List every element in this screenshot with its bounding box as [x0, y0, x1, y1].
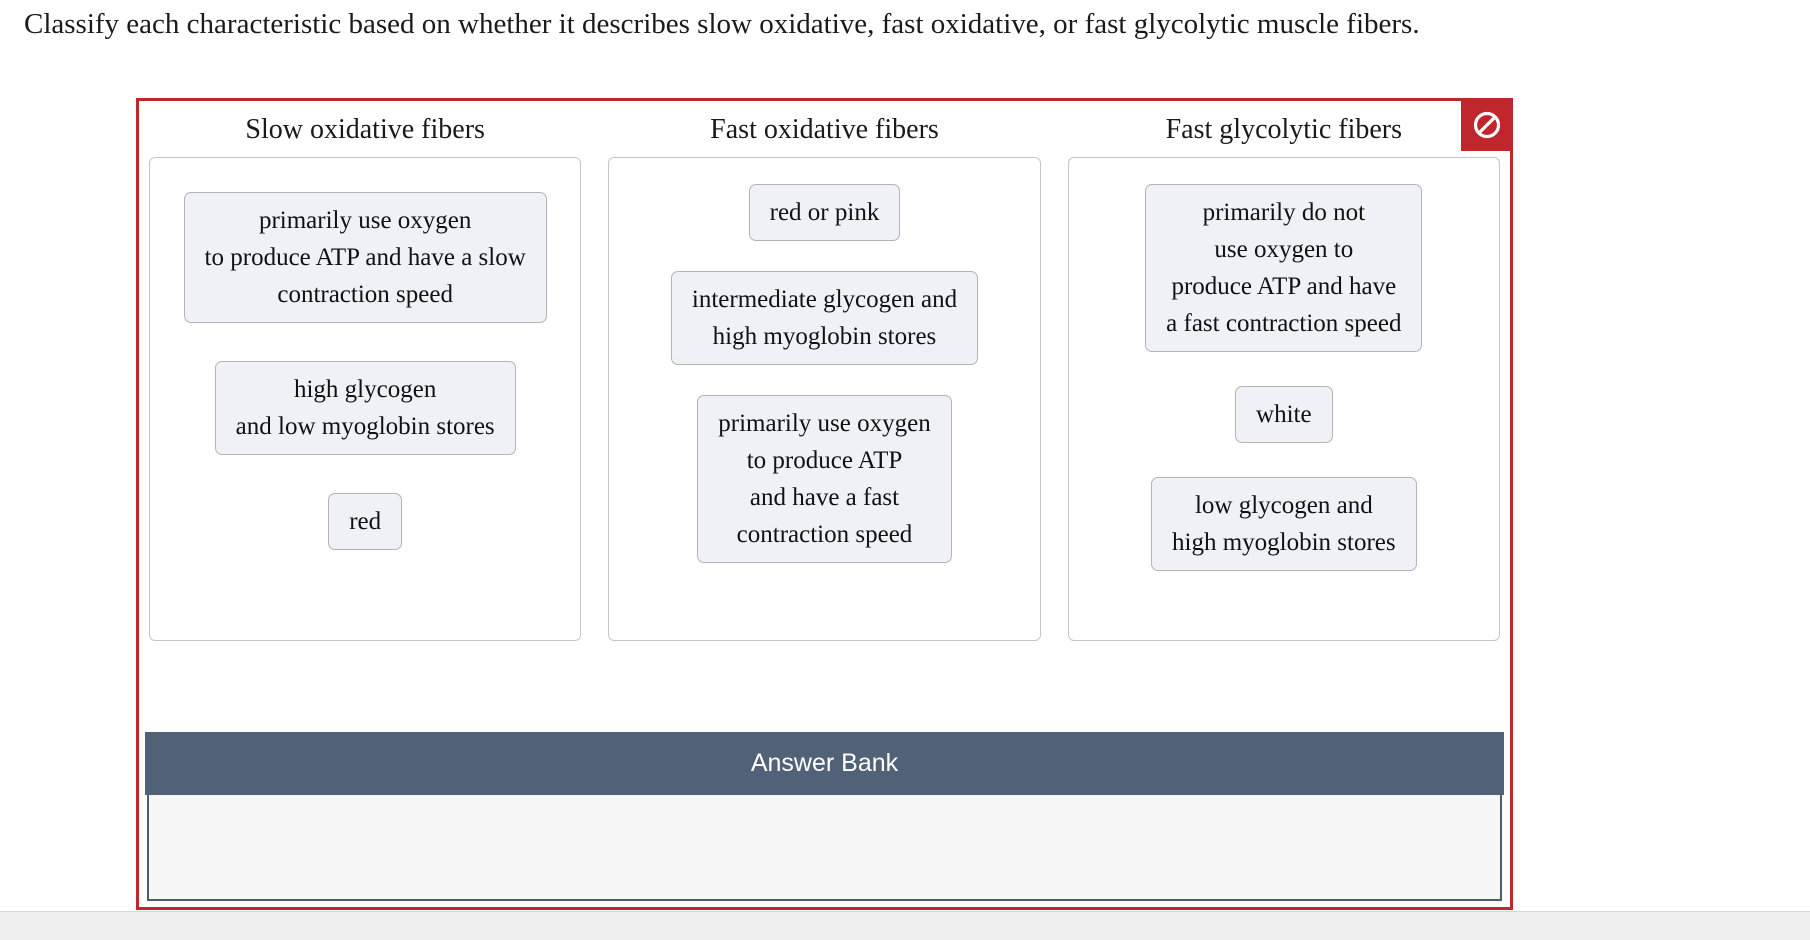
tile-line: primarily do not: [1202, 199, 1366, 226]
category-columns: Slow oxidative fibers primarily use oxyg…: [139, 101, 1510, 641]
answer-bank-header: Answer Bank: [145, 732, 1504, 795]
answer-bank-drop-area[interactable]: [147, 795, 1502, 901]
tile-line: high glycogen: [293, 376, 437, 403]
answer-tile[interactable]: high glycogen and low myoglobin stores: [214, 361, 516, 455]
classification-activity-frame: Slow oxidative fibers primarily use oxyg…: [136, 98, 1513, 910]
category-title-slow-oxidative: Slow oxidative fibers: [245, 114, 485, 145]
answer-tile[interactable]: primarily do not use oxygen to produce A…: [1145, 184, 1423, 352]
tile-line: primarily use oxygen: [718, 410, 931, 437]
category-column-slow-oxidative: Slow oxidative fibers primarily use oxyg…: [149, 112, 582, 641]
answer-tile[interactable]: red or pink: [748, 184, 901, 241]
tile-line: low glycogen and: [1194, 492, 1373, 519]
answer-tile[interactable]: red: [328, 493, 403, 550]
tile-line: red: [349, 508, 382, 535]
tile-line: produce ATP and have: [1171, 273, 1397, 300]
tile-line: red or pink: [769, 199, 880, 226]
tile-line: intermediate glycogen and: [691, 286, 958, 313]
category-column-fast-oxidative: Fast oxidative fibers red or pink interm…: [608, 112, 1041, 641]
tile-line: use oxygen to: [1214, 236, 1354, 263]
drop-zone-slow-oxidative[interactable]: primarily use oxygen to produce ATP and …: [149, 157, 582, 641]
drop-zone-fast-oxidative[interactable]: red or pink intermediate glycogen and hi…: [608, 157, 1041, 641]
tile-line: to produce ATP: [746, 447, 903, 474]
answer-tile[interactable]: primarily use oxygen to produce ATP and …: [183, 192, 547, 323]
answer-tile[interactable]: low glycogen and high myoglobin stores: [1151, 477, 1417, 571]
category-column-fast-glycolytic: Fast glycolytic fibers primarily do not …: [1067, 112, 1500, 641]
tile-line: white: [1256, 401, 1312, 428]
tile-line: contraction speed: [277, 281, 453, 308]
tile-line: and low myoglobin stores: [235, 413, 495, 440]
tile-line: high myoglobin stores: [712, 323, 937, 350]
answer-tile[interactable]: primarily use oxygen to produce ATP and …: [697, 395, 952, 563]
tile-line: contraction speed: [736, 521, 913, 548]
page-footer-strip: [0, 911, 1810, 940]
answer-bank: Answer Bank: [145, 732, 1504, 901]
category-title-fast-glycolytic: Fast glycolytic fibers: [1165, 114, 1403, 145]
answer-tile[interactable]: intermediate glycogen and high myoglobin…: [670, 271, 979, 365]
category-title-fast-oxidative: Fast oxidative fibers: [710, 114, 939, 145]
tile-line: primarily use oxygen: [258, 207, 472, 234]
answer-tile[interactable]: white: [1235, 386, 1333, 443]
tile-line: a fast contraction speed: [1166, 310, 1402, 337]
tile-line: to produce ATP and have a slow: [204, 244, 526, 271]
drop-zone-fast-glycolytic[interactable]: primarily do not use oxygen to produce A…: [1067, 157, 1500, 641]
question-prompt: Classify each characteristic based on wh…: [24, 8, 1420, 40]
tile-line: high myoglobin stores: [1172, 529, 1396, 556]
tile-line: and have a fast: [749, 484, 900, 511]
